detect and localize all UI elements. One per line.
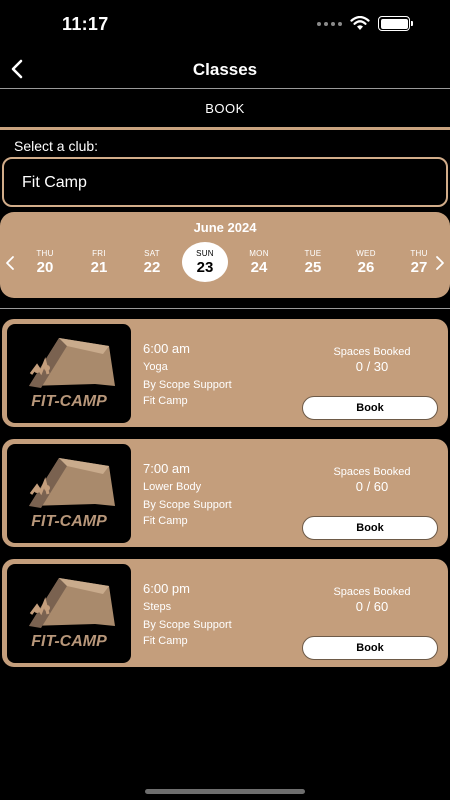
spaces-count: 0 / 60 — [355, 599, 389, 614]
class-name: Yoga — [143, 361, 168, 373]
svg-text:FIT-CAMP: FIT-CAMP — [31, 513, 107, 530]
class-card: FIT-CAMP 7:00 am Lower Body By Scope Sup… — [2, 439, 448, 547]
calendar-day[interactable]: WED 26 — [343, 242, 389, 282]
class-instructor: By Scope Support — [143, 379, 232, 391]
calendar-day[interactable]: THU 20 — [22, 242, 68, 282]
svg-text:FIT-CAMP: FIT-CAMP — [31, 393, 107, 410]
date-picker: June 2024 THU 20 FRI 21 SAT 22 SUN 23 MON 24 … — [0, 212, 450, 298]
svg-text:FIT-CAMP: FIT-CAMP — [31, 633, 107, 650]
spaces-count: 0 / 60 — [355, 479, 389, 494]
calendar-day[interactable]: TUE 25 — [290, 242, 336, 282]
signal-icon — [317, 21, 342, 26]
nav-bar: Classes — [0, 50, 450, 88]
class-name: Steps — [143, 601, 172, 613]
spaces-count: 0 / 30 — [355, 359, 389, 374]
spaces-label: Spaces Booked — [333, 346, 411, 358]
class-card: FIT-CAMP 6:00 am Yoga By Scope Support F… — [2, 319, 448, 427]
status-icons — [317, 16, 413, 31]
spaces-label: Spaces Booked — [333, 466, 411, 478]
class-name: Lower Body — [143, 481, 202, 493]
fit-camp-logo: FIT-CAMP — [7, 564, 131, 663]
book-button[interactable]: Book — [302, 636, 438, 660]
class-card: FIT-CAMP 6:00 pm Steps By Scope Support … — [2, 559, 448, 667]
home-indicator — [145, 789, 305, 794]
calendar-day[interactable]: FRI 21 — [76, 242, 122, 282]
prev-week-button[interactable] — [0, 250, 20, 276]
class-time: 7:00 am — [143, 461, 190, 476]
calendar-month: June 2024 — [193, 220, 257, 235]
fit-camp-logo: FIT-CAMP — [7, 444, 131, 543]
status-bar: 11:17 — [0, 0, 450, 50]
class-instructor: By Scope Support — [143, 499, 232, 511]
calendar-day[interactable]: MON 24 — [236, 242, 282, 282]
section-divider — [0, 308, 450, 309]
book-button[interactable]: Book — [302, 516, 438, 540]
tab-underline — [0, 127, 450, 130]
page-title: Classes — [192, 60, 258, 79]
class-club: Fit Camp — [143, 395, 188, 407]
chevron-left-icon — [6, 256, 14, 270]
club-select[interactable]: Fit Camp — [2, 157, 448, 207]
club-select-label: Select a club: — [14, 138, 99, 154]
class-club: Fit Camp — [143, 515, 188, 527]
class-club: Fit Camp — [143, 635, 188, 647]
spaces-label: Spaces Booked — [333, 586, 411, 598]
chevron-right-icon — [436, 256, 444, 270]
next-week-button[interactable] — [430, 250, 450, 276]
battery-icon — [378, 16, 413, 31]
wifi-icon — [350, 16, 370, 30]
book-button[interactable]: Book — [302, 396, 438, 420]
fit-camp-logo: FIT-CAMP — [7, 324, 131, 423]
class-time: 6:00 pm — [143, 581, 190, 596]
class-instructor: By Scope Support — [143, 619, 232, 631]
calendar-day-selected[interactable]: SUN 23 — [182, 242, 228, 282]
status-time: 11:17 — [62, 14, 109, 34]
calendar-day[interactable]: SAT 22 — [129, 242, 175, 282]
tab-book[interactable]: BOOK — [0, 89, 450, 127]
class-time: 6:00 am — [143, 341, 190, 356]
